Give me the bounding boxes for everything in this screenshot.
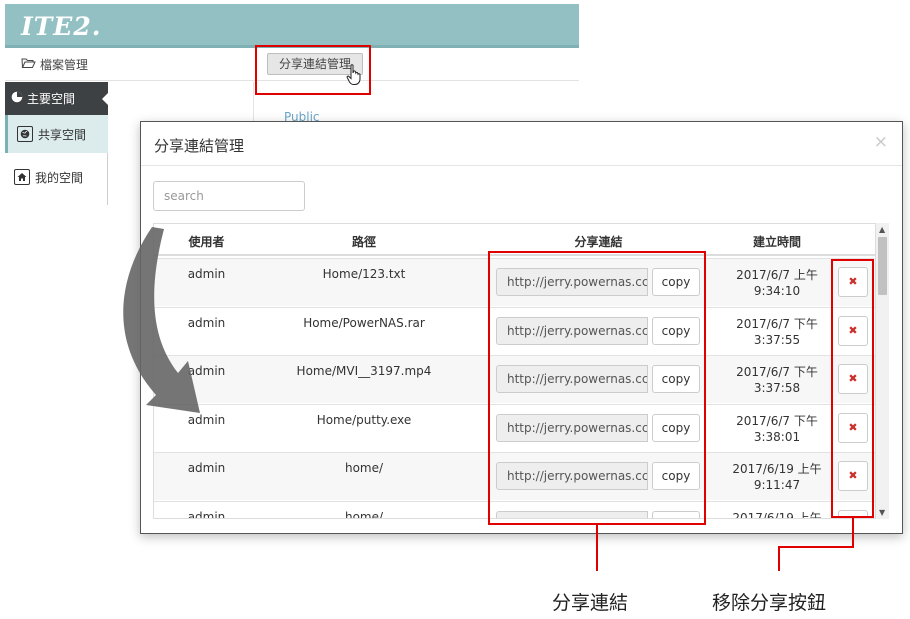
folder-open-icon — [21, 57, 36, 72]
created-clock: 3:37:55 — [753, 332, 801, 347]
row-path: Home/PowerNAS.rar — [303, 315, 425, 330]
row-path: Home/123.txt — [322, 267, 406, 281]
row-path: home/ — [344, 509, 384, 519]
column-header-path: 路徑 — [351, 235, 376, 249]
home-icon — [14, 169, 30, 185]
sidebar-item-my-space[interactable]: 我的空間 — [5, 158, 108, 196]
leader-line — [596, 525, 598, 571]
sidebar-item-label: 共享空間 — [38, 127, 87, 142]
sidebar: 主要空間 共享空間 我的空間 — [5, 82, 109, 205]
app-header: ITE2. — [5, 4, 579, 48]
scroll-down-icon[interactable]: ▼ — [879, 508, 885, 517]
file-management-label: 檔案管理 — [40, 58, 89, 72]
annotation-share-link: 分享連結 — [552, 592, 629, 614]
content-divider — [253, 82, 254, 122]
row-path: Home/putty.exe — [316, 412, 412, 427]
row-path: home/ — [344, 461, 384, 475]
modal-title: 分享連結管理 — [154, 137, 245, 155]
active-caret-icon — [102, 92, 109, 106]
sidebar-item-shared-space[interactable]: 共享空間 — [5, 115, 108, 153]
created-date: 2017/6/7 下午 — [736, 316, 818, 331]
created-time: 2017/6/7 上午 9:34:10 — [722, 267, 832, 299]
created-date: 2017/6/19 上午 — [732, 510, 822, 519]
sidebar-item-label: 我的空間 — [35, 170, 84, 185]
row-user: admin — [187, 509, 226, 519]
leader-line — [778, 546, 780, 571]
created-clock: 9:34:10 — [753, 284, 801, 298]
app-logo: ITE2. — [21, 12, 102, 41]
scroll-up-icon[interactable]: ▲ — [879, 225, 885, 234]
created-date: 2017/6/19 上午 — [732, 462, 822, 476]
annotation-remove-share: 移除分享按鈕 — [712, 592, 827, 614]
remove-button-highlight — [831, 259, 874, 518]
leader-line — [852, 518, 854, 548]
created-time: 2017/6/19 上午 9:11:47 — [722, 461, 832, 493]
search-input[interactable] — [153, 181, 305, 211]
table-scrollbar[interactable]: ▲ ▼ — [875, 223, 889, 519]
sidebar-main-space[interactable]: 主要空間 — [5, 82, 109, 115]
created-date: 2017/6/7 下午 — [736, 413, 818, 428]
created-clock: 9:11:47 — [753, 478, 801, 492]
created-time: 2017/6/19 上午 — [722, 510, 832, 519]
share-button-highlight — [255, 45, 371, 95]
created-clock: 3:38:01 — [753, 429, 801, 444]
leader-line — [778, 546, 854, 548]
pie-chart-icon — [11, 91, 23, 106]
column-header-created: 建立時間 — [752, 235, 801, 249]
modal-header: 分享連結管理 × — [141, 122, 902, 166]
row-user: admin — [187, 461, 226, 475]
created-time: 2017/6/7 下午 3:38:01 — [722, 413, 832, 445]
created-time: 2017/6/7 下午 3:37:58 — [722, 364, 832, 396]
curved-arrow-icon — [123, 227, 200, 413]
column-header-link: 分享連結 — [574, 235, 623, 249]
file-management-link[interactable]: 檔案管理 — [21, 56, 88, 73]
close-icon[interactable]: × — [874, 132, 888, 152]
created-date: 2017/6/7 上午 — [736, 268, 818, 282]
scroll-thumb[interactable] — [878, 237, 887, 295]
row-path: Home/MVI__3197.mp4 — [296, 364, 432, 378]
share-link-highlight — [488, 251, 706, 525]
sidebar-main-label: 主要空間 — [27, 92, 76, 106]
created-time: 2017/6/7 下午 3:37:55 — [722, 316, 832, 348]
created-clock: 3:37:58 — [753, 381, 801, 395]
created-date: 2017/6/7 下午 — [736, 365, 818, 379]
globe-icon — [17, 126, 33, 142]
